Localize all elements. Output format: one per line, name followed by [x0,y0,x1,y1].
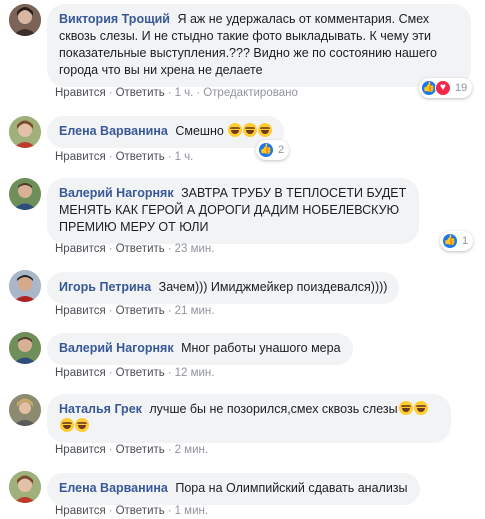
comment-text: Зачем))) Имиджмейкер поиздевался)))) [158,280,388,294]
laughing-emoji-icon [228,123,243,137]
avatar[interactable] [9,394,41,426]
comment-bubble: Елена Варванина Пора на Олимпийский сдав… [47,473,420,505]
comment-bubble: Елена Варванина Смешно [47,116,285,148]
timestamp[interactable]: 1 ч. [175,87,194,99]
comment-actions: Нравится · Ответить · 1 мин. [55,505,209,517]
avatar[interactable] [9,332,41,364]
comment-actions: Нравится · Ответить · 1 ч. [55,151,194,163]
reactions-badge[interactable]: 👍 2 [256,140,290,160]
reply-link[interactable]: Ответить [116,305,165,317]
like-link[interactable]: Нравится [55,151,106,163]
comment-bubble: Наталья Грек лучше бы не позорился,смех … [47,394,451,443]
comment-actions: Нравится · Ответить · 12 мин. [55,367,215,379]
reply-link[interactable]: Ответить [116,87,165,99]
like-link[interactable]: Нравится [55,367,106,379]
comment-actions: Нравится · Ответить · 1 ч. · Отредактировано [55,87,298,99]
comment-actions: Нравится · Ответить · 2 мин. [55,444,209,456]
comment-actions: Нравится · Ответить · 21 мин. [55,305,215,317]
comment-author[interactable]: Елена Варванина [59,124,168,138]
reply-link[interactable]: Ответить [116,444,165,456]
reaction-count: 19 [455,82,468,94]
timestamp[interactable]: 12 мин. [175,367,215,379]
comment-text: лучше бы не позорился,смех сквозь слезы [149,402,398,416]
laughing-emoji-icon [398,401,413,415]
comment-bubble: Виктория Трощий Я аж не удержалась от ко… [47,4,471,87]
reactions-badge[interactable]: 👍 ♥ 19 [419,78,473,98]
laughing-emoji-icon [60,418,74,432]
reply-link[interactable]: Ответить [116,505,165,517]
laughing-emoji-icon [243,123,258,137]
reaction-count: 2 [278,144,285,156]
comment-bubble: Валерий Нагорняк ЗАВТРА ТРУБУ В ТЕПЛОСЕТ… [47,178,419,244]
avatar[interactable] [9,471,41,503]
like-link[interactable]: Нравится [55,87,106,99]
comment-author[interactable]: Валерий Нагорняк [59,186,174,200]
laughing-emoji-icon [75,418,89,432]
timestamp[interactable]: 2 мин. [175,444,208,456]
timestamp[interactable]: 1 мин. [175,505,208,517]
like-link[interactable]: Нравится [55,505,106,517]
reply-link[interactable]: Ответить [116,367,165,379]
timestamp[interactable]: 21 мин. [175,305,215,317]
avatar[interactable] [9,270,41,302]
comment-author[interactable]: Виктория Трощий [59,12,170,26]
timestamp[interactable]: 1 ч. [175,151,194,163]
comment-text: Смешно [175,124,224,138]
avatar[interactable] [9,178,41,210]
comment-author[interactable]: Игорь Петрина [59,280,151,294]
thumbs-up-icon: 👍 [442,233,458,249]
like-link[interactable]: Нравится [55,305,106,317]
comment-actions: Нравится · Ответить · 23 мин. [55,243,215,255]
comment-author[interactable]: Елена Варванина [59,481,168,495]
thumbs-up-icon: 👍 [258,142,274,158]
like-link[interactable]: Нравится [55,444,106,456]
comment-text: Пора на Олимпийский сдавать анализы [175,481,408,495]
reply-link[interactable]: Ответить [116,151,165,163]
laughing-emoji-icon [413,401,428,415]
like-link[interactable]: Нравится [55,243,106,255]
laughing-emoji-icon [258,123,273,137]
comment-bubble: Игорь Петрина Зачем))) Имиджмейкер поизд… [47,272,400,304]
comment-text: Мног работы унашого мера [181,341,341,355]
reply-link[interactable]: Ответить [116,243,165,255]
comment-author[interactable]: Валерий Нагорняк [59,341,174,355]
reaction-count: 1 [462,235,469,247]
edited-label: Отредактировано [203,87,298,99]
reactions-badge[interactable]: 👍 1 [440,231,474,251]
avatar[interactable] [9,4,41,36]
comments-list: Виктория Трощий Я аж не удержалась от ко… [0,0,485,519]
heart-icon: ♥ [435,80,451,96]
avatar[interactable] [9,116,41,148]
comment-author[interactable]: Наталья Грек [59,402,142,416]
timestamp[interactable]: 23 мин. [175,243,215,255]
comment-bubble: Валерий Нагорняк Мног работы унашого мер… [47,333,353,365]
